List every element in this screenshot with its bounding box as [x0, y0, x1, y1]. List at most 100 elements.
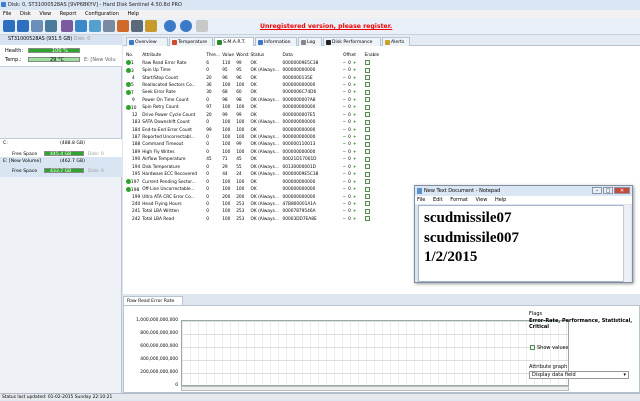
increase-offset-button[interactable]: +	[353, 187, 357, 192]
monitor-icon[interactable]	[131, 20, 143, 32]
decrease-offset-button[interactable]: −	[343, 113, 347, 118]
enable-checkbox[interactable]	[364, 89, 370, 95]
smart-row[interactable]: 10 Spin Retry Count 97 100 100 OK 000000000000…	[125, 104, 386, 111]
increase-offset-button[interactable]: +	[353, 76, 357, 81]
increase-offset-button[interactable]: +	[353, 90, 357, 95]
menu-configuration[interactable]: Configuration	[85, 11, 119, 17]
report-icon[interactable]	[61, 20, 73, 32]
increase-offset-button[interactable]: +	[353, 113, 357, 118]
decrease-offset-button[interactable]: −	[343, 98, 347, 103]
settings-icon[interactable]	[103, 20, 115, 32]
tab-log[interactable]: Log	[298, 37, 322, 46]
smart-row[interactable]: 183 SATA Downshift Count 0 100 100 OK (Always…	[125, 119, 386, 126]
back-icon[interactable]	[17, 20, 29, 32]
notepad-window[interactable]: New Text Document - Notepad – □ ✕ File Edi…	[414, 185, 633, 283]
enable-checkbox[interactable]	[364, 60, 370, 66]
decrease-offset-button[interactable]: −	[343, 83, 347, 88]
enable-checkbox[interactable]	[364, 186, 370, 192]
close-button[interactable]: ✕	[614, 187, 630, 194]
menu-help[interactable]: Help	[127, 11, 138, 17]
unregistered-link[interactable]: Unregistered version, please register.	[260, 23, 392, 30]
increase-offset-button[interactable]: +	[353, 105, 357, 110]
enable-checkbox[interactable]	[364, 75, 370, 81]
notepad-text-area[interactable]: scudmissile07 scudmissile007 1/2/2015	[418, 205, 624, 282]
decrease-offset-button[interactable]: −	[343, 142, 347, 147]
test-icon[interactable]	[117, 20, 129, 32]
enable-checkbox[interactable]	[364, 97, 370, 103]
tab-overview[interactable]: Overview	[126, 37, 168, 46]
graph-tab[interactable]: Raw Read Error Rate	[123, 296, 183, 305]
enable-checkbox[interactable]	[364, 67, 370, 73]
info-icon[interactable]	[145, 20, 157, 32]
enable-checkbox[interactable]	[364, 208, 370, 214]
enable-checkbox[interactable]	[364, 164, 370, 170]
decrease-offset-button[interactable]: −	[343, 209, 347, 214]
decrease-offset-button[interactable]: −	[343, 135, 347, 140]
enable-checkbox[interactable]	[364, 119, 370, 125]
increase-offset-button[interactable]: +	[353, 202, 357, 207]
volume-e[interactable]: E: [New Volume] (462.7 GB) Free Space 43…	[0, 157, 122, 177]
enable-checkbox[interactable]	[364, 141, 370, 147]
increase-offset-button[interactable]: +	[353, 195, 357, 200]
smart-row[interactable]: 197 Current Pending Sector... 0 100 100 OK 000…	[125, 178, 386, 185]
increase-offset-button[interactable]: +	[353, 68, 357, 73]
notepad-menu-help[interactable]: Help	[495, 197, 506, 203]
increase-offset-button[interactable]: +	[353, 217, 357, 222]
graph-scrollbar[interactable]	[181, 386, 569, 391]
tab-information[interactable]: Information	[255, 37, 297, 46]
smart-row[interactable]: 198 Off-Line Uncorrectable... 0 100 100 OK 000…	[125, 186, 386, 193]
refresh-icon[interactable]	[3, 20, 15, 32]
notepad-menu-view[interactable]: View	[475, 197, 487, 203]
decrease-offset-button[interactable]: −	[343, 76, 347, 81]
increase-offset-button[interactable]: +	[353, 98, 357, 103]
enable-checkbox[interactable]	[364, 149, 370, 155]
decrease-offset-button[interactable]: −	[343, 202, 347, 207]
increase-offset-button[interactable]: +	[353, 120, 357, 125]
smart-row[interactable]: 242 Total LBA Read 0 100 253 OK (Always... 000…	[125, 216, 386, 223]
enable-checkbox[interactable]	[364, 171, 370, 177]
send-icon[interactable]	[89, 20, 101, 32]
enable-checkbox[interactable]	[364, 156, 370, 162]
maximize-button[interactable]: □	[603, 187, 613, 194]
smart-row[interactable]: 194 Disk Temperature 0 29 55 OK (Always... 001…	[125, 164, 386, 171]
about-icon[interactable]	[180, 20, 192, 32]
disk-header[interactable]: ST31000528AS (931.5 GB) Disk: 0	[0, 35, 122, 45]
disk-icon[interactable]	[31, 20, 43, 32]
decrease-offset-button[interactable]: −	[343, 105, 347, 110]
decrease-offset-button[interactable]: −	[343, 61, 347, 66]
enable-checkbox[interactable]	[364, 201, 370, 207]
increase-offset-button[interactable]: +	[353, 83, 357, 88]
decrease-offset-button[interactable]: −	[343, 157, 347, 162]
increase-offset-button[interactable]: +	[353, 209, 357, 214]
tab-disk-performance[interactable]: Disk Performance	[323, 37, 381, 46]
increase-offset-button[interactable]: +	[353, 157, 357, 162]
decrease-offset-button[interactable]: −	[343, 150, 347, 155]
smart-row[interactable]: 7 Seek Error Rate 30 68 60 OK 0000006C74D6 −0 +	[125, 89, 386, 96]
help-icon[interactable]	[164, 20, 176, 32]
smart-row[interactable]: 184 End-to-End Error Count 99 100 100 OK 00000…	[125, 126, 386, 133]
increase-offset-button[interactable]: +	[353, 142, 357, 147]
enable-checkbox[interactable]	[364, 179, 370, 185]
increase-offset-button[interactable]: +	[353, 172, 357, 177]
enable-checkbox[interactable]	[364, 104, 370, 110]
decrease-offset-button[interactable]: −	[343, 180, 347, 185]
notepad-menu-format[interactable]: Format	[450, 197, 468, 203]
smart-row[interactable]: 9 Power On Time Count 0 98 98 OK (Always... 00…	[125, 97, 386, 104]
increase-offset-button[interactable]: +	[353, 180, 357, 185]
increase-offset-button[interactable]: +	[353, 128, 357, 133]
smart-row[interactable]: 240 Head Flying Hours 0 100 253 OK (Always...…	[125, 201, 386, 208]
save-icon[interactable]	[75, 20, 87, 32]
enable-checkbox[interactable]	[364, 112, 370, 118]
decrease-offset-button[interactable]: −	[343, 187, 347, 192]
enable-checkbox[interactable]	[364, 216, 370, 222]
enable-checkbox[interactable]	[364, 127, 370, 133]
decrease-offset-button[interactable]: −	[343, 165, 347, 170]
increase-offset-button[interactable]: +	[353, 135, 357, 140]
menu-disk[interactable]: Disk	[20, 11, 31, 17]
notepad-scrollbar[interactable]	[623, 205, 631, 282]
enable-checkbox[interactable]	[364, 82, 370, 88]
smart-row[interactable]: 188 Command Timeout 0 100 99 OK (Always... 000…	[125, 141, 386, 148]
menu-report[interactable]: Report	[60, 11, 77, 17]
enable-checkbox[interactable]	[364, 194, 370, 200]
notepad-menu-edit[interactable]: Edit	[433, 197, 443, 203]
